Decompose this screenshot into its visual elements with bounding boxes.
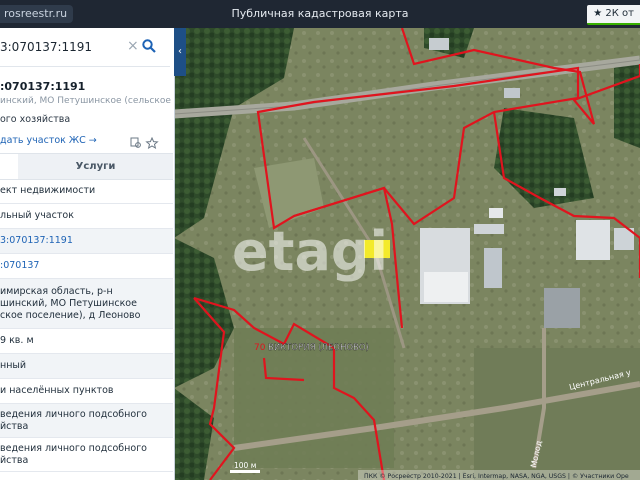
watermark-logo: etagi	[232, 220, 388, 283]
info-panel: 3:070137:1191 × :070137:1191 инский, МО …	[0, 28, 175, 480]
collapse-panel-button[interactable]: ‹	[174, 28, 186, 76]
search-input[interactable]: 3:070137:1191	[0, 40, 92, 54]
top-bar: rosreestr.ru Публичная кадастровая карта…	[0, 0, 640, 28]
search-box[interactable]: 3:070137:1191 ×	[0, 32, 170, 67]
map-attribution: ПКК © Росреестр 2010-2021 | Esri, Interm…	[364, 472, 629, 480]
parcel-number-label: 70	[254, 343, 266, 353]
list-item: ведения личного подсобного йства	[0, 438, 173, 472]
panel-tools	[130, 134, 160, 153]
clear-icon[interactable]: ×	[127, 38, 139, 54]
satellite-map: etagi 70 ВИКТОРИЯ (ЛЕОНОВО) Центральная …	[174, 28, 640, 480]
list-item: ект недвижимости	[0, 179, 173, 204]
list-item-cadastral-link[interactable]: 3:070137:1191	[0, 229, 173, 254]
tab-info[interactable]	[0, 154, 18, 179]
list-item: имирская область, р-н шинский, МО Петуши…	[0, 279, 173, 329]
list-item: ведения личного подсобного йства	[0, 404, 173, 438]
scale-bar: 100 м	[230, 461, 260, 473]
attributes-list: ект недвижимости льный участок 3:070137:…	[0, 179, 173, 472]
tab-services[interactable]: Услуги	[18, 154, 173, 179]
star-icon[interactable]	[145, 136, 159, 150]
list-item: льный участок	[0, 204, 173, 229]
rating-button[interactable]: ★ 2К от	[587, 5, 640, 25]
panel-tabs: Услуги	[0, 153, 173, 180]
address-subtitle: инский, МО Петушинское (сельское	[0, 96, 171, 106]
search-icon[interactable]	[142, 39, 156, 53]
purpose-text: ого хозяйства	[0, 114, 71, 125]
list-item-quarter-link[interactable]: :070137	[0, 254, 173, 279]
add-parcel-link[interactable]: дать участок ЖС →	[0, 135, 97, 146]
place-label: ВИКТОРИЯ (ЛЕОНОВО)	[268, 343, 369, 353]
list-item: 9 кв. м	[0, 329, 173, 354]
page-title: Публичная кадастровая карта	[231, 7, 409, 20]
map-view[interactable]: etagi 70 ВИКТОРИЯ (ЛЕОНОВО) Центральная …	[174, 28, 640, 480]
chevron-left-icon: ‹	[178, 46, 182, 57]
list-item: и населённых пунктов	[0, 379, 173, 404]
list-item: нный	[0, 354, 173, 379]
svg-text:100 м: 100 м	[234, 461, 256, 470]
copy-icon[interactable]	[130, 137, 141, 148]
cadastral-number-title: :070137:1191	[0, 80, 86, 93]
